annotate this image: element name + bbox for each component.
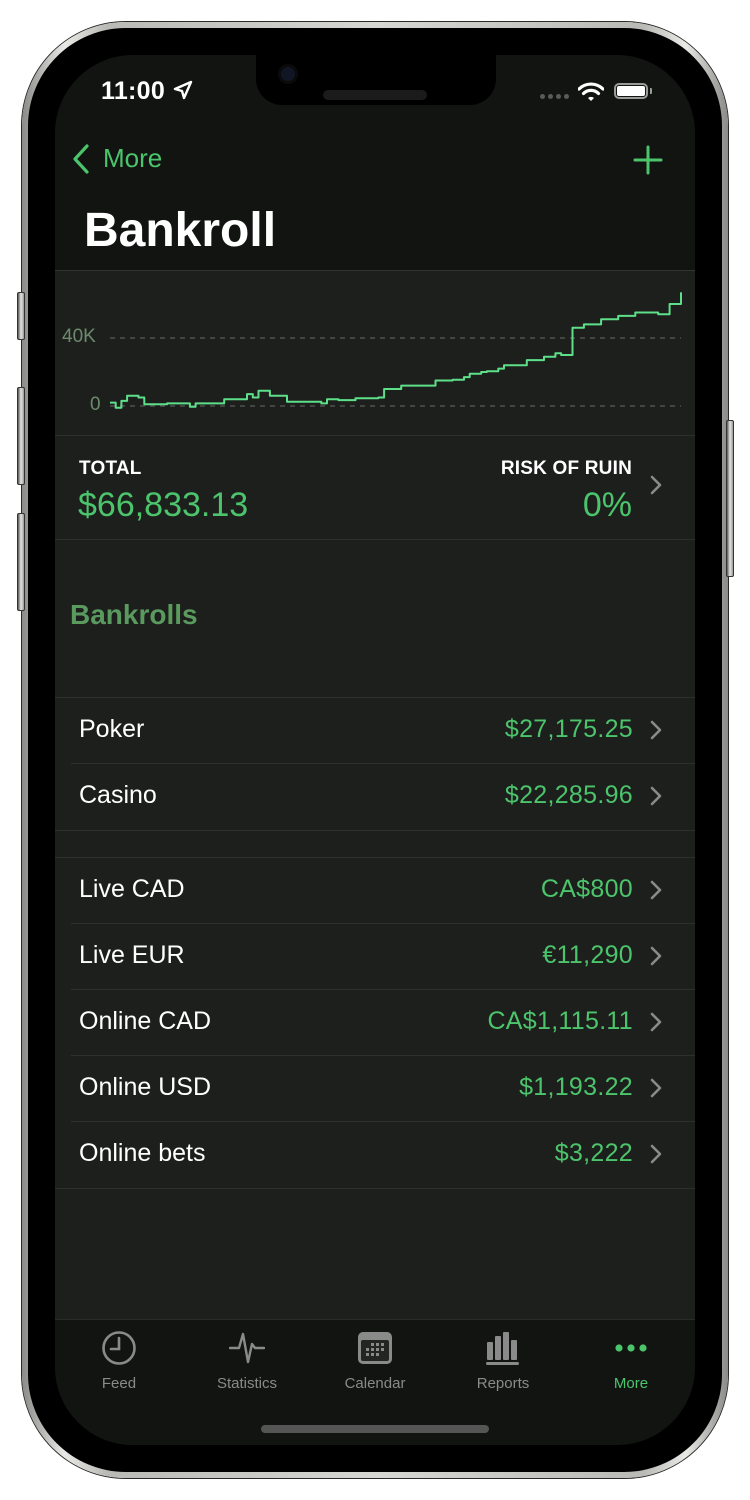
bankroll-value: CA$1,115.11 [487, 1007, 633, 1035]
bankroll-value: $27,175.25 [504, 715, 633, 743]
bankroll-name: Poker [79, 715, 145, 743]
section-title-bankrolls: Bankrolls [70, 599, 198, 630]
back-label: More [103, 143, 163, 173]
bankroll-name: Live EUR [79, 941, 185, 969]
bar-chart-icon [486, 1332, 519, 1365]
content-area: 40K 0 TOTAL $66,833.13 RISK OF RUIN 0% B… [55, 271, 695, 1319]
summary-row[interactable]: TOTAL $66,833.13 RISK OF RUIN 0% [55, 436, 695, 539]
wifi-icon [578, 82, 604, 101]
tab-label: Reports [476, 1375, 530, 1392]
tab-statistics[interactable]: Statistics [183, 1330, 311, 1392]
risk-of-ruin-value: 0% [582, 486, 632, 524]
chart-plot [109, 292, 682, 409]
tab-label: Calendar [344, 1375, 406, 1392]
plus-icon[interactable] [633, 145, 663, 175]
mute-switch [17, 292, 25, 340]
bankroll-value: $1,193.22 [519, 1073, 633, 1101]
chevron-left-icon [73, 143, 89, 174]
front-camera [278, 64, 298, 84]
bankroll-value: €11,290 [542, 941, 633, 969]
battery-nub [650, 88, 652, 94]
tab-label: Statistics [216, 1375, 277, 1392]
power-button [726, 420, 734, 577]
bankroll-value: $3,222 [554, 1139, 633, 1167]
bankroll-name: Online bets [79, 1139, 206, 1167]
list-item[interactable]: Live CAD CA$800 [55, 858, 695, 924]
bankroll-name: Online CAD [79, 1007, 211, 1035]
chevron-right-icon [650, 475, 662, 495]
bankroll-value: CA$800 [540, 875, 633, 903]
page-title: Bankroll [84, 204, 277, 257]
signal-dots-icon [540, 94, 569, 99]
volume-up-button [17, 387, 25, 485]
chevron-right-icon [650, 880, 662, 900]
summary-divider [55, 539, 695, 540]
bankroll-series-line [110, 292, 682, 409]
list-item[interactable]: Live EUR €11,290 [55, 924, 695, 990]
bankroll-name: Casino [79, 781, 157, 809]
bankroll-name: Online USD [79, 1073, 211, 1101]
tab-calendar[interactable]: Calendar [311, 1330, 439, 1392]
chevron-right-icon [650, 946, 662, 966]
list-item[interactable]: Poker $27,175.25 [55, 698, 695, 764]
bankroll-group-2: Live CAD CA$800 Live EUR €11,290 Online … [55, 858, 695, 1188]
earpiece-speaker [323, 90, 427, 100]
tab-label: Feed [101, 1375, 137, 1392]
bankroll-name: Live CAD [79, 875, 185, 903]
risk-of-ruin-label: RISK OF RUIN [500, 458, 632, 479]
tab-label: More [613, 1375, 649, 1392]
list-item[interactable]: Online CAD CA$1,115.11 [55, 990, 695, 1056]
total-value: $66,833.13 [78, 486, 249, 524]
ellipsis-icon [615, 1344, 647, 1352]
volume-down-button [17, 513, 25, 611]
chevron-right-icon [650, 1012, 662, 1032]
group-bottom-divider [55, 830, 695, 831]
total-label: TOTAL [79, 458, 142, 479]
pulse-icon [228, 1332, 266, 1364]
tab-more[interactable]: More [567, 1330, 695, 1392]
back-button[interactable]: More [73, 143, 162, 174]
list-item[interactable]: Casino $22,285.96 [55, 764, 695, 830]
chevron-right-icon [650, 786, 662, 806]
location-arrow-icon [173, 80, 193, 100]
bankroll-chart[interactable]: 40K 0 [55, 271, 695, 435]
list-item[interactable]: Online bets $3,222 [55, 1122, 695, 1188]
screen: 11:00 More Bankroll 40K 0 TOTAL $66,833.… [55, 55, 695, 1445]
battery-icon [614, 83, 648, 99]
chevron-right-icon [650, 1078, 662, 1098]
tab-reports[interactable]: Reports [439, 1330, 567, 1392]
bankroll-group-1: Poker $27,175.25 Casino $22,285.96 [55, 698, 695, 830]
group-bottom-divider [55, 1188, 695, 1189]
bankroll-value: $22,285.96 [504, 781, 633, 809]
clock-icon [102, 1331, 136, 1365]
chevron-right-icon [650, 1144, 662, 1164]
list-item[interactable]: Online USD $1,193.22 [55, 1056, 695, 1122]
tab-feed[interactable]: Feed [55, 1330, 183, 1392]
calendar-icon [358, 1332, 392, 1364]
home-indicator[interactable] [261, 1425, 489, 1433]
chevron-right-icon [650, 720, 662, 740]
status-time: 11:00 [101, 77, 166, 105]
